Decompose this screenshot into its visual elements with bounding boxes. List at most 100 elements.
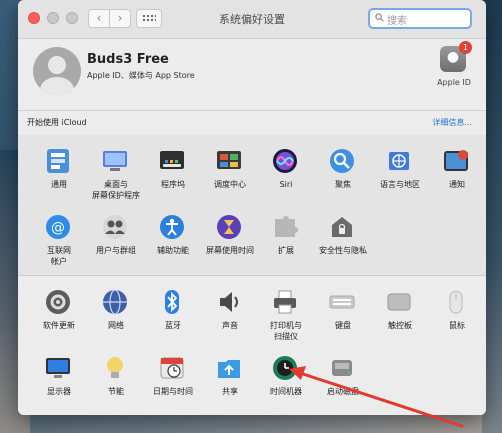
pref-pane-date-time[interactable]: 日期与时间 <box>143 346 203 408</box>
energy-saver-icon <box>107 357 123 378</box>
apple-id-pane[interactable]: ● 1 Apple ID <box>434 41 474 94</box>
pref-pane-notifications[interactable]: 通知 <box>427 139 486 201</box>
network-icon <box>103 289 127 315</box>
svg-text:@: @ <box>51 220 65 236</box>
avatar-body <box>40 77 74 95</box>
software-update-icon <box>46 290 70 314</box>
preferences-section-hardware: 软件更新 网络 蓝牙 声音 打印机与 扫描仪 键盘 触控板 鼠标显示器 节能 日期与时间 共享 时间机… <box>18 276 486 415</box>
pref-pane-label: 时间机器 <box>270 387 302 396</box>
pref-pane-label: 日期与时间 <box>153 387 193 396</box>
pref-pane-screen-time[interactable]: 屏幕使用时间 <box>200 205 260 267</box>
sharing-icon <box>218 360 240 378</box>
general-icon <box>47 149 69 173</box>
search-field[interactable]: 搜索 <box>368 8 472 29</box>
sound-icon <box>220 292 238 312</box>
pref-pane-accessibility[interactable]: 辅助功能 <box>143 205 203 267</box>
displays-icon <box>46 358 70 378</box>
pref-pane-software-update[interactable]: 软件更新 <box>29 280 89 342</box>
pref-pane-label: 扩展 <box>278 246 294 255</box>
pref-pane-label: 显示器 <box>47 387 71 396</box>
pref-pane-label: 网络 <box>108 321 124 330</box>
accessibility-icon <box>160 215 184 239</box>
pref-pane-keyboard[interactable]: 键盘 <box>313 280 373 342</box>
pref-pane-siri[interactable]: Siri <box>256 139 316 201</box>
desktop-icon <box>103 151 127 171</box>
users-groups-icon <box>103 215 127 239</box>
keyboard-icon <box>329 295 355 309</box>
pref-pane-label: 屏幕使用时间 <box>206 246 254 255</box>
search-icon <box>375 13 384 22</box>
pref-pane-sharing[interactable]: 共享 <box>200 346 260 408</box>
pref-pane-label: 鼠标 <box>449 321 465 330</box>
siri-icon <box>273 149 297 173</box>
pref-pane-label: 节能 <box>108 387 124 396</box>
pref-pane-label: 程序坞 <box>161 180 185 189</box>
internet-accounts-icon: @ <box>46 215 70 239</box>
extensions-icon <box>275 216 298 237</box>
pref-pane-dock[interactable]: 程序坞 <box>143 139 203 201</box>
pref-pane-extensions[interactable]: 扩展 <box>256 205 316 267</box>
dock-icon <box>160 151 184 169</box>
notification-badge: 1 <box>459 41 472 54</box>
pref-pane-general[interactable]: 通用 <box>29 139 89 201</box>
mouse-icon <box>449 290 463 314</box>
printers-icon <box>274 290 296 314</box>
pref-pane-label: 软件更新 <box>43 321 75 330</box>
pref-pane-label: 打印机与 扫描仪 <box>270 321 302 341</box>
pref-pane-label: 安全性与隐私 <box>319 246 367 255</box>
pref-pane-time-machine[interactable]: 时间机器 <box>256 346 316 408</box>
pref-pane-label: 触控板 <box>388 321 412 330</box>
pref-pane-desktop[interactable]: 桌面与 屏幕保护程序 <box>86 139 146 201</box>
pref-pane-label: 启动磁盘 <box>327 387 359 396</box>
pref-pane-label: 通用 <box>51 180 67 189</box>
pref-pane-label: 用户与群组 <box>96 246 136 255</box>
account-name: Buds3 Free <box>87 52 169 67</box>
pref-pane-security[interactable]: 安全性与隐私 <box>313 205 373 267</box>
spotlight-icon <box>330 149 354 173</box>
pref-pane-label: 蓝牙 <box>165 321 181 330</box>
pref-pane-internet-accounts[interactable]: @ 互联网 帐户 <box>29 205 89 267</box>
screen-time-icon <box>217 215 241 239</box>
pref-pane-mission-control[interactable]: 调度中心 <box>200 139 260 201</box>
pref-pane-label: 聚焦 <box>335 180 351 189</box>
language-icon <box>389 152 409 170</box>
pref-pane-bluetooth[interactable]: 蓝牙 <box>143 280 203 342</box>
security-icon <box>332 217 352 237</box>
mission-control-icon <box>217 151 241 169</box>
pref-pane-network[interactable]: 网络 <box>86 280 146 342</box>
pref-pane-trackpad[interactable]: 触控板 <box>370 280 430 342</box>
apple-id-label: Apple ID <box>437 78 471 87</box>
bluetooth-icon <box>165 290 179 314</box>
notifications-icon <box>444 150 468 171</box>
avatar-head <box>48 56 66 74</box>
icloud-prompt: 开始使用 iCloud <box>27 118 87 127</box>
account-subtitle: Apple ID、媒体与 App Store <box>87 71 195 80</box>
pref-pane-mouse[interactable]: 鼠标 <box>427 280 486 342</box>
icloud-details-link[interactable]: 详细信息... <box>432 117 472 128</box>
pref-pane-label: 共享 <box>222 387 238 396</box>
startup-disk-icon <box>332 360 352 376</box>
pref-pane-printers[interactable]: 打印机与 扫描仪 <box>256 280 316 342</box>
pref-pane-sound[interactable]: 声音 <box>200 280 260 342</box>
trackpad-icon <box>387 293 411 311</box>
pref-pane-displays[interactable]: 显示器 <box>29 346 89 408</box>
pref-pane-label: 语言与地区 <box>380 180 420 189</box>
pref-pane-language[interactable]: 语言与地区 <box>370 139 430 201</box>
user-avatar[interactable] <box>33 47 81 95</box>
pref-pane-label: 辅助功能 <box>157 246 189 255</box>
pref-pane-label: 通知 <box>449 180 465 189</box>
icloud-banner: 开始使用 iCloud 详细信息... <box>18 110 486 136</box>
time-machine-icon <box>273 356 297 380</box>
date-time-icon <box>160 357 184 379</box>
search-placeholder: 搜索 <box>387 16 407 27</box>
account-header: Buds3 Free Apple ID、媒体与 App Store ● 1 Ap… <box>18 38 486 106</box>
pref-pane-spotlight[interactable]: 聚焦 <box>313 139 373 201</box>
pref-pane-users-groups[interactable]: 用户与群组 <box>86 205 146 267</box>
pref-pane-label: 键盘 <box>335 321 351 330</box>
pref-pane-label: 互联网 帐户 <box>47 246 71 266</box>
pref-pane-energy-saver[interactable]: 节能 <box>86 346 146 408</box>
pref-pane-startup-disk[interactable]: 启动磁盘 <box>313 346 373 408</box>
system-preferences-window: ‹ › 系统偏好设置 搜索 Buds3 Free Apple ID、媒体与 Ap… <box>18 0 486 415</box>
pref-pane-label: Siri <box>279 180 293 189</box>
pref-pane-label: 声音 <box>222 321 238 330</box>
